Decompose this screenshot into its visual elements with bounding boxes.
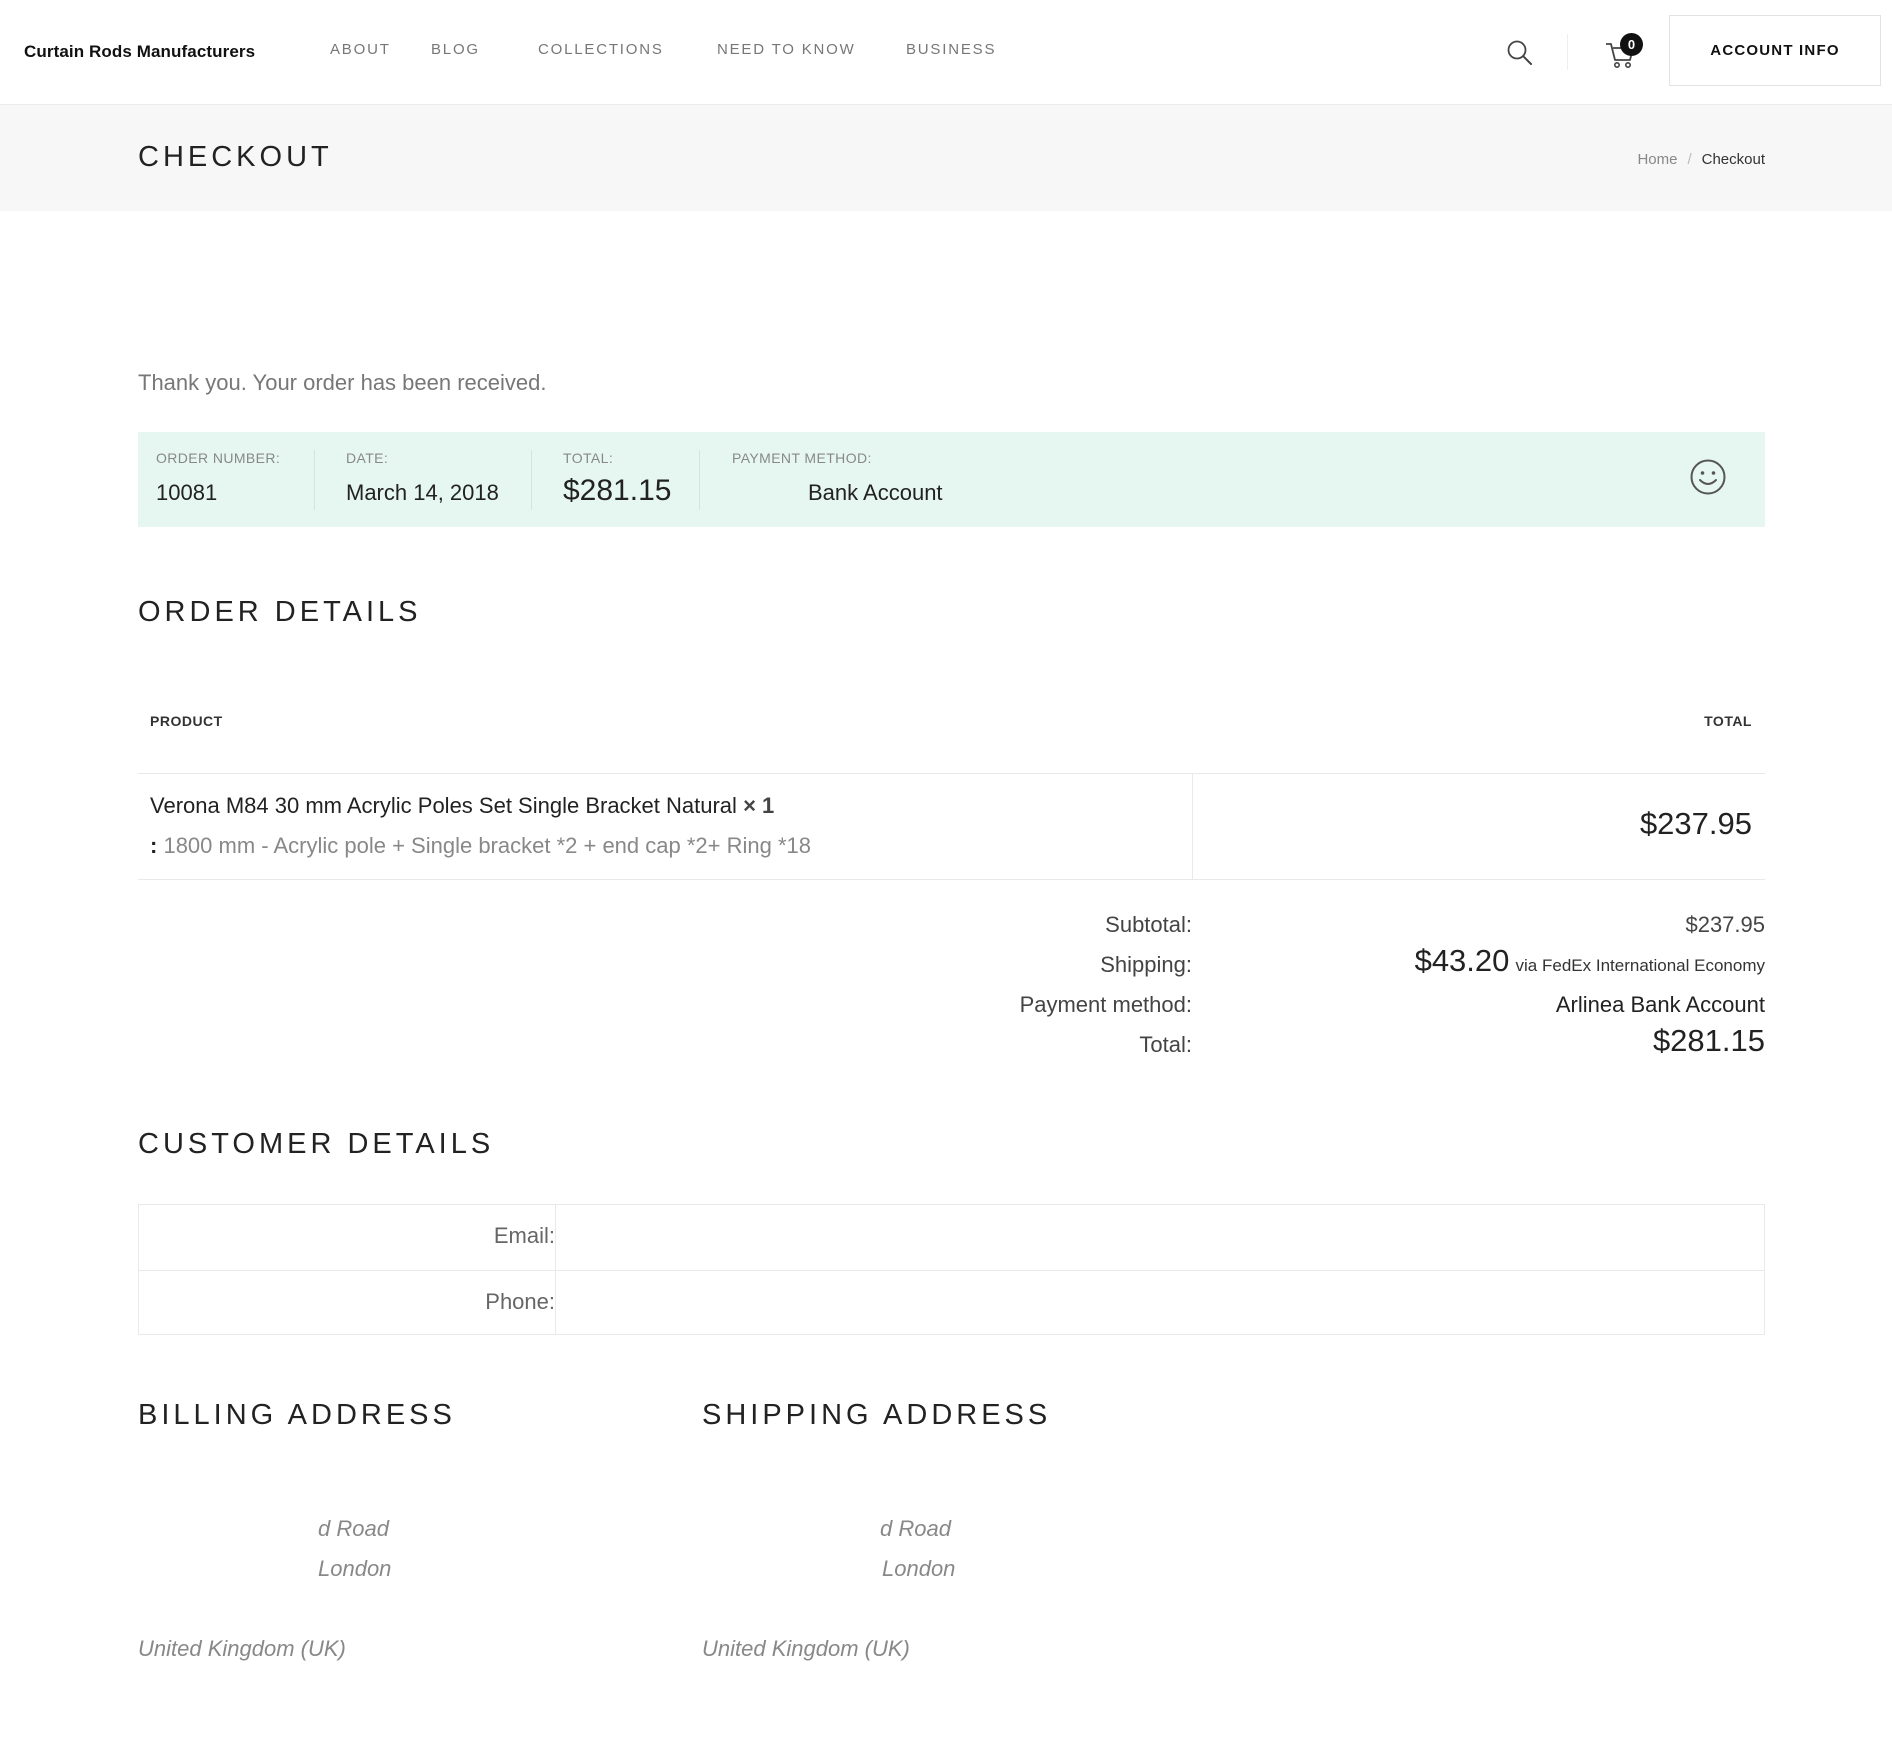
column-header-product: PRODUCT xyxy=(150,713,223,729)
total-value: $281.15 xyxy=(563,474,672,507)
shipping-address-heading: SHIPPING ADDRESS xyxy=(702,1399,1052,1431)
nav-about[interactable]: ABOUT xyxy=(330,41,391,58)
order-item-meta: : 1800 mm - Acrylic pole + Single bracke… xyxy=(150,833,811,859)
product-link[interactable]: Verona M84 30 mm Acrylic Poles Set Singl… xyxy=(150,793,737,818)
shipping-address-country: United Kingdom (UK) xyxy=(702,1636,910,1661)
shipping-value: $43.20 via FedEx International Economy xyxy=(1415,943,1765,979)
payment-method-value: Bank Account xyxy=(808,480,943,505)
overview-separator xyxy=(699,450,700,510)
customer-phone-row: Phone: xyxy=(139,1270,1764,1335)
overview-total: TOTAL: $281.15 xyxy=(563,450,671,508)
order-item-total: $237.95 xyxy=(1639,806,1752,841)
shipping-address-city: London xyxy=(882,1556,956,1581)
shipping-method: via FedEx International Economy xyxy=(1515,956,1765,975)
billing-address-country: United Kingdom (UK) xyxy=(138,1636,346,1661)
email-label: Email: xyxy=(493,1223,555,1248)
order-item-name[interactable]: Verona M84 30 mm Acrylic Poles Set Singl… xyxy=(150,793,774,819)
date-label: DATE: xyxy=(346,450,389,466)
site-header: Curtain Rods Manufacturers ABOUT BLOG CO… xyxy=(0,0,1892,105)
total-label: TOTAL: xyxy=(563,450,614,466)
customer-details-heading: CUSTOMER DETAILS xyxy=(138,1128,495,1160)
breadcrumb-home-link[interactable]: Home xyxy=(1637,151,1677,168)
search-icon[interactable] xyxy=(1505,38,1535,68)
table-divider xyxy=(138,879,1765,880)
cart-count-badge: 0 xyxy=(1620,33,1643,56)
order-number-label: ORDER NUMBER: xyxy=(156,450,281,466)
column-header-total: TOTAL xyxy=(1704,713,1752,729)
nav-collections[interactable]: COLLECTIONS xyxy=(538,41,664,58)
breadcrumb: Home / Checkout xyxy=(1637,151,1765,168)
payment-method-label: Payment method: xyxy=(1019,992,1192,1017)
date-value: March 14, 2018 xyxy=(346,480,499,505)
overview-separator xyxy=(531,450,532,510)
overview-date: DATE: March 14, 2018 xyxy=(346,450,499,506)
order-total-value: $281.15 xyxy=(1652,1023,1765,1058)
phone-label: Phone: xyxy=(485,1289,555,1314)
shipping-label: Shipping: xyxy=(1100,952,1192,977)
header-divider xyxy=(1567,34,1568,70)
site-logo[interactable]: Curtain Rods Manufacturers xyxy=(24,42,255,62)
customer-details-table: Email: Phone: xyxy=(138,1204,1765,1335)
billing-address-city: London xyxy=(318,1556,392,1581)
payment-method-label: PAYMENT METHOD: xyxy=(732,450,872,466)
order-number-value: 10081 xyxy=(156,480,218,505)
billing-address-heading: BILLING ADDRESS xyxy=(138,1399,456,1431)
product-variation: 1800 mm - Acrylic pole + Single bracket … xyxy=(163,833,811,858)
breadcrumb-current: Checkout xyxy=(1701,151,1765,168)
overview-payment-method: PAYMENT METHOD: Bank Account xyxy=(732,450,943,506)
subtotal-value: $237.95 xyxy=(1685,912,1765,937)
subtotal-label: Subtotal: xyxy=(1105,912,1192,937)
order-overview: ORDER NUMBER: 10081 DATE: March 14, 2018… xyxy=(138,432,1765,527)
nav-need-to-know[interactable]: NEED TO KNOW xyxy=(717,41,856,58)
table-divider xyxy=(138,773,1765,774)
billing-address-line1: d Road xyxy=(318,1516,389,1541)
overview-order-number: ORDER NUMBER: 10081 xyxy=(156,450,280,506)
breadcrumb-separator: / xyxy=(1687,151,1692,168)
order-details-heading: ORDER DETAILS xyxy=(138,596,422,628)
order-total-label: Total: xyxy=(1139,1032,1192,1057)
nav-business[interactable]: BUSINESS xyxy=(906,41,996,58)
overview-separator xyxy=(314,450,315,510)
payment-method-value: Arlinea Bank Account xyxy=(1555,992,1765,1017)
nav-blog[interactable]: BLOG xyxy=(431,41,480,58)
order-received-message: Thank you. Your order has been received. xyxy=(138,370,547,395)
page-title-band: CHECKOUT Home / Checkout xyxy=(0,105,1892,211)
smile-icon xyxy=(1689,458,1727,496)
product-quantity: × 1 xyxy=(743,793,775,818)
shipping-amount: $43.20 xyxy=(1414,943,1510,978)
page-title: CHECKOUT xyxy=(138,141,333,173)
account-info-button[interactable]: ACCOUNT INFO xyxy=(1669,15,1881,86)
meta-prefix: : xyxy=(150,833,158,858)
shipping-address-line1: d Road xyxy=(880,1516,951,1541)
customer-email-row: Email: xyxy=(139,1205,1764,1270)
table-column-divider xyxy=(1192,774,1193,879)
